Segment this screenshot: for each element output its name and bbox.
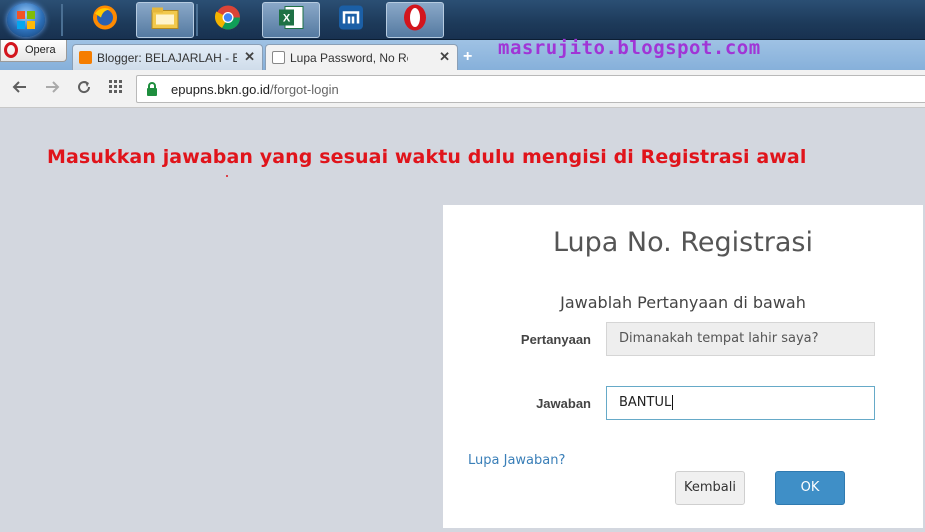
blogger-favicon-icon [79,51,92,64]
new-tab-button[interactable]: + [463,48,472,66]
page-favicon-icon [272,51,285,64]
opera-menu-label: Opera [25,44,56,56]
file-explorer-icon [150,5,180,36]
forward-arrow-icon[interactable] [42,79,62,99]
ok-button[interactable]: OK [775,471,845,505]
windows-taskbar: X [0,0,925,40]
taskbar-separator [61,4,63,36]
opera-icon [401,3,429,38]
firefox-icon [91,4,119,37]
excel-taskbar-button[interactable]: X [262,2,320,38]
apps-grid-icon[interactable] [106,79,126,99]
answer-input[interactable]: BANTUL [606,386,875,420]
browser-tab-strip: Opera Blogger: BELAJARLAH - Bu ✕ Lupa Pa… [0,40,925,70]
taskbar-separator [196,4,198,36]
answer-label: Jawaban [536,396,591,411]
text-caret [672,395,674,410]
reload-icon[interactable] [74,79,94,99]
url-path: /forgot-login [270,82,339,97]
chrome-taskbar-button[interactable] [199,2,257,38]
explorer-taskbar-button[interactable] [136,2,194,38]
decorative-dot [226,175,228,177]
form-subtitle: Jawablah Pertanyaan di bawah [560,293,806,312]
tab-label: Lupa Password, No Registr [290,51,408,65]
url-text: epupns.bkn.go.id/forgot-login [171,82,339,97]
maxthon-icon [337,4,365,37]
close-tab-icon[interactable]: ✕ [439,49,450,65]
tab-lupa-password[interactable]: Lupa Password, No Registr ✕ [265,44,458,70]
answer-value: BANTUL [619,395,672,410]
svg-text:X: X [283,13,291,25]
opera-taskbar-button[interactable] [386,2,444,38]
tab-label: Blogger: BELAJARLAH - Bu [97,51,237,65]
excel-icon: X [277,5,305,36]
browser-toolbar: epupns.bkn.go.id/forgot-login [0,70,925,108]
opera-logo-icon [4,42,18,58]
blog-watermark: masrujito.blogspot.com [498,37,761,59]
firefox-taskbar-button[interactable] [76,2,134,38]
opera-menu-button[interactable]: Opera [0,40,67,62]
forgot-registration-card: Lupa No. Registrasi Jawablah Pertanyaan … [443,205,923,528]
back-button[interactable]: Kembali [675,471,745,505]
address-bar[interactable]: epupns.bkn.go.id/forgot-login [136,75,925,103]
back-arrow-icon[interactable] [10,79,30,99]
windows-start-icon[interactable] [7,3,45,37]
close-tab-icon[interactable]: ✕ [244,49,255,65]
tab-blogger[interactable]: Blogger: BELAJARLAH - Bu ✕ [72,44,263,70]
maxthon-taskbar-button[interactable] [322,2,380,38]
question-field: Dimanakah tempat lahir saya? [606,322,875,356]
instruction-annotation: Masukkan jawaban yang sesuai waktu dulu … [47,146,807,168]
chrome-icon [214,4,242,37]
page-title: Lupa No. Registrasi [552,227,814,258]
url-host: epupns.bkn.go.id [171,82,271,97]
question-label: Pertanyaan [520,332,591,347]
forgot-answer-link[interactable]: Lupa Jawaban? [468,453,565,468]
lock-icon [146,82,158,101]
